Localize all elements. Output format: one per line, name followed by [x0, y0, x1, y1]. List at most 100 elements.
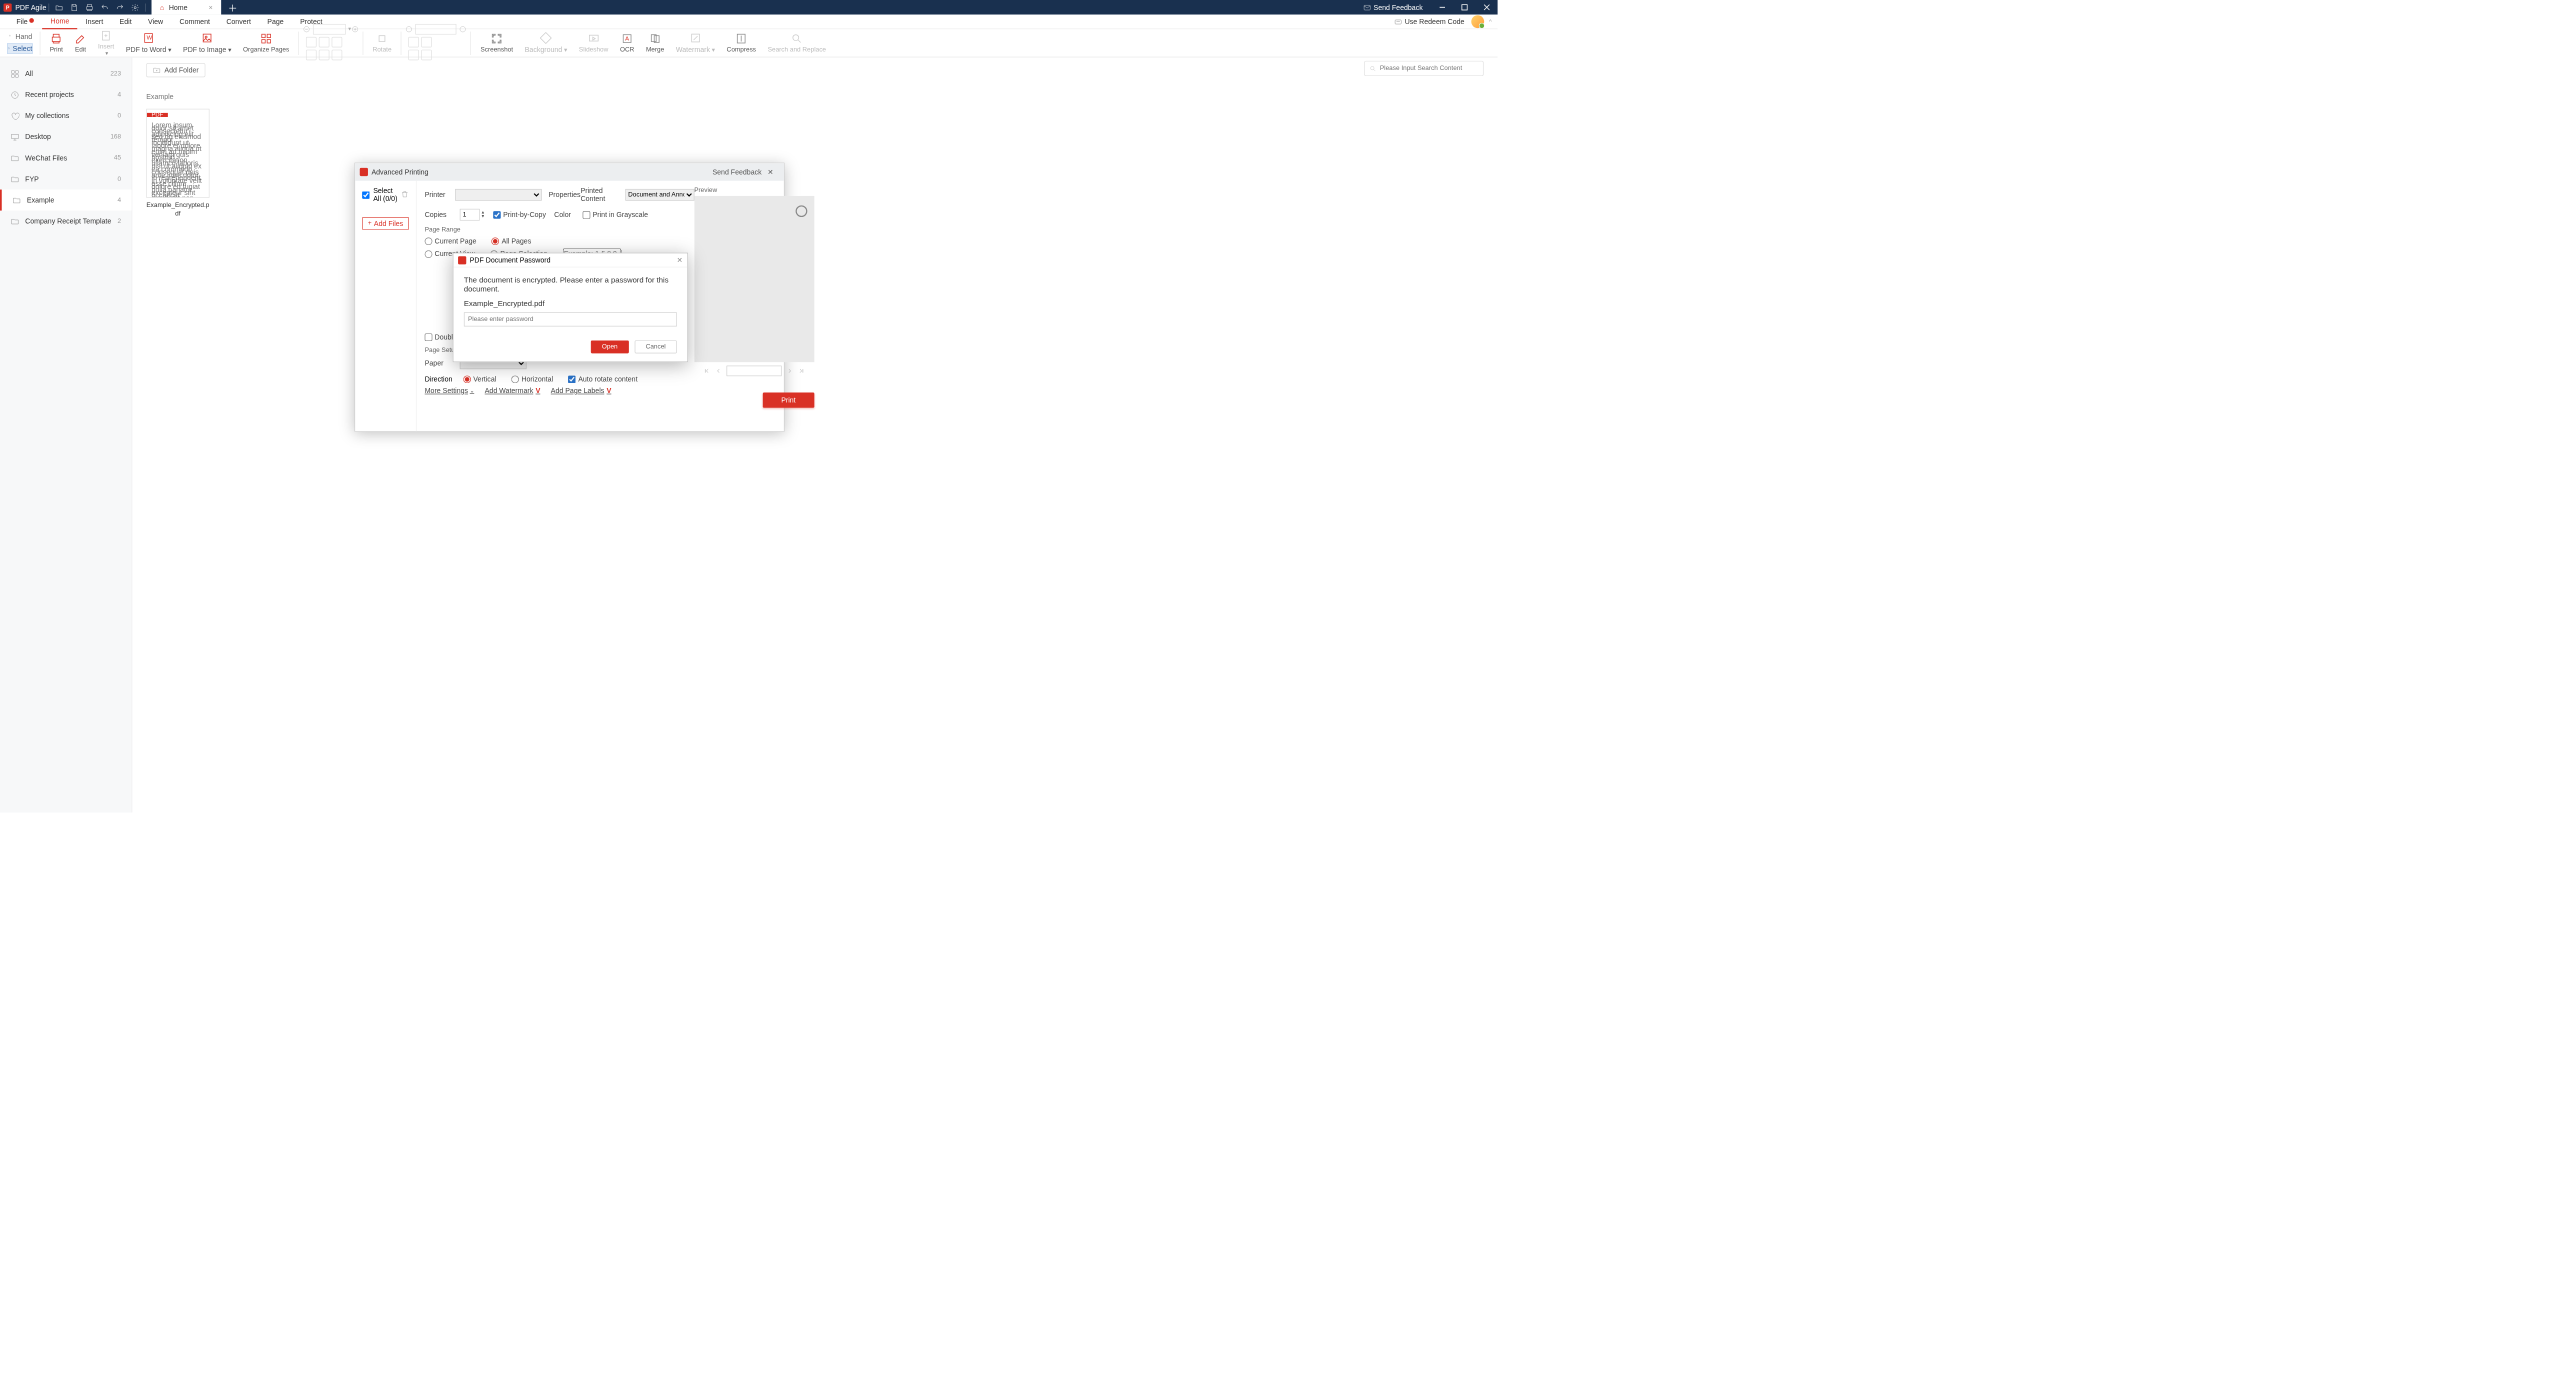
insert-button[interactable]: Insert▾ — [92, 29, 120, 57]
file-thumbnail[interactable]: PDF Lorem ipsum dolor sit amet consectet… — [146, 109, 209, 218]
menu-file[interactable]: File — [8, 14, 42, 29]
menu-edit[interactable]: Edit — [111, 14, 139, 29]
select-all-checkbox[interactable] — [362, 191, 370, 199]
screenshot-button[interactable]: Screenshot — [475, 29, 519, 57]
menu-bar: File Home Insert Edit View Comment Conve… — [0, 15, 1498, 30]
slideshow-button[interactable]: Slideshow — [573, 29, 614, 57]
copies-input[interactable] — [460, 209, 480, 221]
organize-pages-button[interactable]: Organize Pages — [237, 29, 295, 57]
dialog-send-feedback[interactable]: Send Feedback — [712, 168, 761, 176]
current-page-radio[interactable] — [425, 237, 433, 245]
printer-select[interactable] — [455, 189, 541, 201]
undo-icon[interactable] — [100, 3, 109, 12]
add-page-labels-link[interactable]: Add Page LabelsV — [551, 387, 612, 395]
preview-nav — [694, 366, 814, 377]
open-file-icon[interactable] — [55, 3, 64, 12]
nav-first-icon[interactable] — [703, 367, 710, 374]
search-replace-button[interactable]: Search and Replace — [762, 29, 832, 57]
modal-logo-icon — [458, 256, 466, 264]
pdf-badge: PDF — [147, 113, 168, 117]
hand-tool-button[interactable]: Hand — [7, 31, 33, 42]
open-button[interactable]: Open — [591, 340, 629, 353]
sidebar-item-wechat[interactable]: WeChat Files45 — [0, 147, 132, 168]
sidebar-item-collections[interactable]: My collections0 — [0, 105, 132, 126]
save-icon[interactable] — [70, 3, 79, 12]
auto-rotate-checkbox[interactable] — [568, 375, 576, 383]
tab-close-icon[interactable]: × — [209, 3, 213, 11]
menu-comment[interactable]: Comment — [171, 14, 218, 29]
sidebar-item-recent[interactable]: Recent projects4 — [0, 84, 132, 105]
svg-text:W: W — [147, 35, 153, 41]
title-bar: P PDF Agile ⌂ Home × ＋ Send Feedback — [0, 0, 1498, 15]
edit-button[interactable]: Edit — [69, 29, 92, 57]
horizontal-radio[interactable] — [512, 375, 520, 383]
merge-button[interactable]: Merge — [640, 29, 670, 57]
home-icon: ⌂ — [160, 3, 164, 11]
section-title: Example — [146, 92, 1483, 100]
double-sided-checkbox[interactable] — [425, 333, 433, 341]
all-pages-radio[interactable] — [492, 237, 500, 245]
ocr-button[interactable]: AOCR — [614, 29, 640, 57]
menu-home[interactable]: Home — [42, 14, 77, 29]
print-button-main[interactable]: Print — [763, 393, 814, 408]
printed-content-select[interactable]: Document and Annotation — [625, 189, 694, 201]
nav-page-input[interactable] — [727, 366, 782, 377]
sidebar-item-all[interactable]: All223 — [0, 63, 132, 84]
window-close-icon[interactable] — [1475, 0, 1497, 15]
background-button[interactable]: Background ▾ — [519, 29, 573, 57]
avatar-icon[interactable] — [1471, 15, 1484, 28]
color-label: Color — [554, 211, 571, 219]
menu-page[interactable]: Page — [259, 14, 292, 29]
password-input[interactable] — [464, 312, 677, 326]
redeem-code-button[interactable]: Use Redeem Code — [1394, 18, 1464, 26]
sidebar-item-example[interactable]: Example4 — [0, 190, 132, 211]
tab-home-label: Home — [169, 3, 188, 11]
print-by-copy-checkbox[interactable] — [493, 211, 501, 219]
preview-label: Preview — [694, 187, 814, 194]
nav-prev-icon[interactable] — [715, 367, 722, 374]
compress-button[interactable]: Compress — [721, 29, 762, 57]
preview-fullscreen-icon[interactable] — [795, 205, 807, 217]
sidebar-item-desktop[interactable]: Desktop168 — [0, 126, 132, 147]
send-feedback-button[interactable]: Send Feedback — [1363, 3, 1423, 11]
current-view-radio[interactable] — [425, 250, 433, 258]
dialog-close-icon[interactable]: ✕ — [767, 168, 773, 176]
menu-convert[interactable]: Convert — [218, 14, 259, 29]
settings-icon[interactable] — [131, 3, 140, 12]
pdf-to-word-button[interactable]: WPDF to Word ▾ — [120, 29, 177, 57]
select-tool-button[interactable]: Select — [7, 43, 33, 54]
add-files-button[interactable]: + Add Files — [362, 217, 409, 230]
ribbon: Hand Select Print Edit Insert▾ WPDF to W… — [0, 29, 1498, 57]
nav-last-icon[interactable] — [798, 367, 805, 374]
chevron-up-icon[interactable]: ^ — [1489, 18, 1492, 24]
properties-link[interactable]: Properties — [549, 191, 581, 199]
password-modal: PDF Document Password ✕ The document is … — [453, 253, 688, 362]
trash-icon[interactable] — [401, 190, 409, 200]
sidebar-item-fyp[interactable]: FYP0 — [0, 168, 132, 189]
vertical-radio[interactable] — [463, 375, 471, 383]
print-icon[interactable] — [85, 3, 94, 12]
tab-home[interactable]: ⌂ Home × — [152, 0, 221, 15]
add-watermark-link[interactable]: Add WatermarkV — [485, 387, 541, 395]
nav-next-icon[interactable] — [786, 367, 793, 374]
watermark-button[interactable]: Watermark ▾ — [670, 29, 721, 57]
redo-icon[interactable] — [115, 3, 124, 12]
add-tab-icon[interactable]: ＋ — [228, 0, 237, 14]
rotate-button[interactable]: Rotate — [367, 29, 398, 57]
add-folder-button[interactable]: Add Folder — [146, 63, 205, 77]
zoom-control[interactable]: ▾ — [303, 24, 359, 35]
window-minimize-icon[interactable] — [1431, 0, 1453, 15]
modal-close-icon[interactable]: ✕ — [677, 256, 683, 264]
window-maximize-icon[interactable] — [1453, 0, 1475, 15]
grayscale-checkbox[interactable] — [583, 211, 591, 219]
copies-down-icon[interactable]: ▼ — [481, 215, 485, 219]
page-nav-control[interactable] — [405, 24, 467, 35]
menu-insert[interactable]: Insert — [77, 14, 111, 29]
menu-view[interactable]: View — [140, 14, 171, 29]
search-input[interactable] — [1364, 61, 1483, 76]
print-button[interactable]: Print — [44, 29, 69, 57]
more-settings-link[interactable]: More Settings ⌄ — [425, 387, 474, 395]
pdf-to-image-button[interactable]: PDF to Image ▾ — [177, 29, 237, 57]
sidebar-item-receipt[interactable]: Company Receipt Template2 — [0, 211, 132, 232]
cancel-button[interactable]: Cancel — [635, 340, 677, 353]
